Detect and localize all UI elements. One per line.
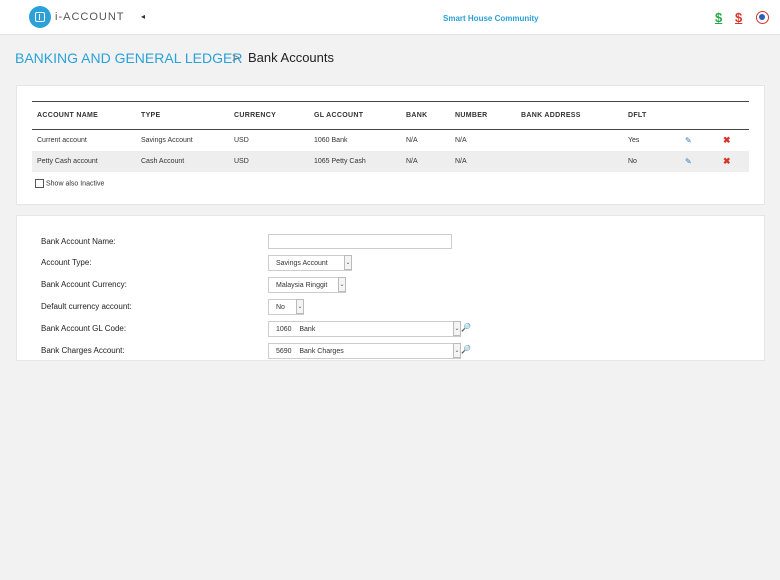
column-header-dflt[interactable]: DFLT xyxy=(628,101,685,130)
cell-bank-address xyxy=(521,130,628,152)
cell-type: Cash Account xyxy=(141,151,234,172)
chevron-down-icon[interactable]: ⌄ xyxy=(344,255,352,270)
accounts-table-panel: ACCOUNT NAME TYPE CURRENCY GL ACCOUNT BA… xyxy=(16,85,765,205)
default-currency-account-label: Default currency account: xyxy=(41,302,132,311)
page-background xyxy=(0,361,780,580)
gl-code-value: 1060 xyxy=(276,326,292,333)
delete-icon[interactable]: ✖ xyxy=(723,156,731,166)
cell-bank-address xyxy=(521,151,628,172)
cell-currency: USD xyxy=(234,137,249,144)
chevron-down-icon[interactable]: ⌄ xyxy=(296,299,304,314)
cell-number: N/A xyxy=(455,151,521,172)
column-header-bank[interactable]: BANK xyxy=(406,101,455,130)
bank-account-gl-code-label: Bank Account GL Code: xyxy=(41,324,127,333)
account-type-label: Account Type: xyxy=(41,258,92,267)
cell-gl-account: 1065 Petty Cash xyxy=(314,151,406,172)
gl-name-value: Bank xyxy=(299,326,316,333)
bank-charges-account-label: Bank Charges Account: xyxy=(41,346,125,355)
edit-icon[interactable]: ✎ xyxy=(685,157,692,166)
flag-icon[interactable] xyxy=(756,11,769,24)
cell-bank: N/A xyxy=(406,137,418,144)
column-header-currency[interactable]: CURRENCY xyxy=(234,101,314,130)
cell-number: N/A xyxy=(455,137,467,144)
chevron-down-icon[interactable]: ⌄ xyxy=(453,321,461,336)
breadcrumb-separator: > xyxy=(232,50,240,65)
delete-icon[interactable]: ✖ xyxy=(723,135,731,145)
search-icon[interactable]: 🔎 xyxy=(461,323,471,332)
table-row: Petty Cash account Cash Account USD 1065… xyxy=(32,151,749,172)
chevron-down-icon[interactable]: ⌄ xyxy=(338,277,346,292)
default-currency-account-value: No xyxy=(276,304,285,311)
bank-charges-account-select[interactable]: 5690 Bank Charges ⌄ xyxy=(268,343,461,359)
cell-bank: N/A xyxy=(406,151,455,172)
cell-currency: USD xyxy=(234,151,314,172)
table-row: Current account Savings Account USD 1060… xyxy=(32,130,749,152)
show-inactive-checkbox[interactable] xyxy=(35,179,44,188)
show-inactive-toggle[interactable]: Show also Inactive xyxy=(35,179,104,188)
cell-account-name: Petty Cash account xyxy=(32,151,141,172)
column-header-gl-account[interactable]: GL ACCOUNT xyxy=(314,101,406,130)
charges-name-value: Bank Charges xyxy=(299,348,344,355)
show-inactive-label: Show also Inactive xyxy=(46,180,105,188)
app-name[interactable]: i-ACCOUNT xyxy=(55,11,125,23)
red-dollar-icon[interactable]: $ xyxy=(735,10,742,25)
cell-gl-account: 1060 Bank xyxy=(314,137,348,144)
company-name[interactable]: Smart House Community xyxy=(443,14,539,23)
cell-account-name: Current account xyxy=(37,137,87,144)
bank-account-currency-label: Bank Account Currency: xyxy=(41,280,127,289)
column-header-number[interactable]: NUMBER xyxy=(455,101,521,130)
account-form-panel: Bank Account Name: Account Type: Savings… xyxy=(16,215,765,361)
green-dollar-icon[interactable]: $ xyxy=(715,10,722,25)
column-header-delete xyxy=(723,101,749,130)
column-header-bank-address[interactable]: BANK ADDRESS xyxy=(521,101,628,130)
bank-account-gl-code-select[interactable]: 1060 Bank ⌄ xyxy=(268,321,461,337)
table-header-row: ACCOUNT NAME TYPE CURRENCY GL ACCOUNT BA… xyxy=(32,101,749,130)
bank-account-name-input[interactable] xyxy=(268,234,452,249)
breadcrumb-section[interactable]: BANKING AND GENERAL LEDGER xyxy=(15,50,242,66)
cell-dflt: Yes xyxy=(628,137,640,144)
cell-type: Savings Account xyxy=(141,137,193,144)
default-currency-account-select[interactable]: No ⌄ xyxy=(268,299,304,315)
column-header-edit xyxy=(685,101,723,130)
column-header-account-name[interactable]: ACCOUNT NAME xyxy=(32,101,141,130)
search-icon[interactable]: 🔎 xyxy=(461,345,471,354)
chevron-down-icon[interactable]: ⌄ xyxy=(453,343,461,358)
collapse-sidebar-icon[interactable]: ◂ xyxy=(141,12,145,21)
edit-icon[interactable]: ✎ xyxy=(685,136,692,145)
charges-code-value: 5690 xyxy=(276,348,292,355)
column-header-type[interactable]: TYPE xyxy=(141,101,234,130)
bank-account-currency-value: Malaysia Ringgit xyxy=(276,282,328,289)
accounts-table: ACCOUNT NAME TYPE CURRENCY GL ACCOUNT BA… xyxy=(32,101,749,172)
account-type-value: Savings Account xyxy=(276,260,328,267)
cell-dflt: No xyxy=(628,151,685,172)
top-bar: i-ACCOUNT ◂ Smart House Community $ $ xyxy=(0,0,780,35)
account-type-select[interactable]: Savings Account ⌄ xyxy=(268,255,352,271)
bank-account-currency-select[interactable]: Malaysia Ringgit ⌄ xyxy=(268,277,346,293)
page-title: Bank Accounts xyxy=(248,50,334,65)
bank-account-name-label: Bank Account Name: xyxy=(41,237,116,246)
logo-icon[interactable] xyxy=(29,6,51,28)
